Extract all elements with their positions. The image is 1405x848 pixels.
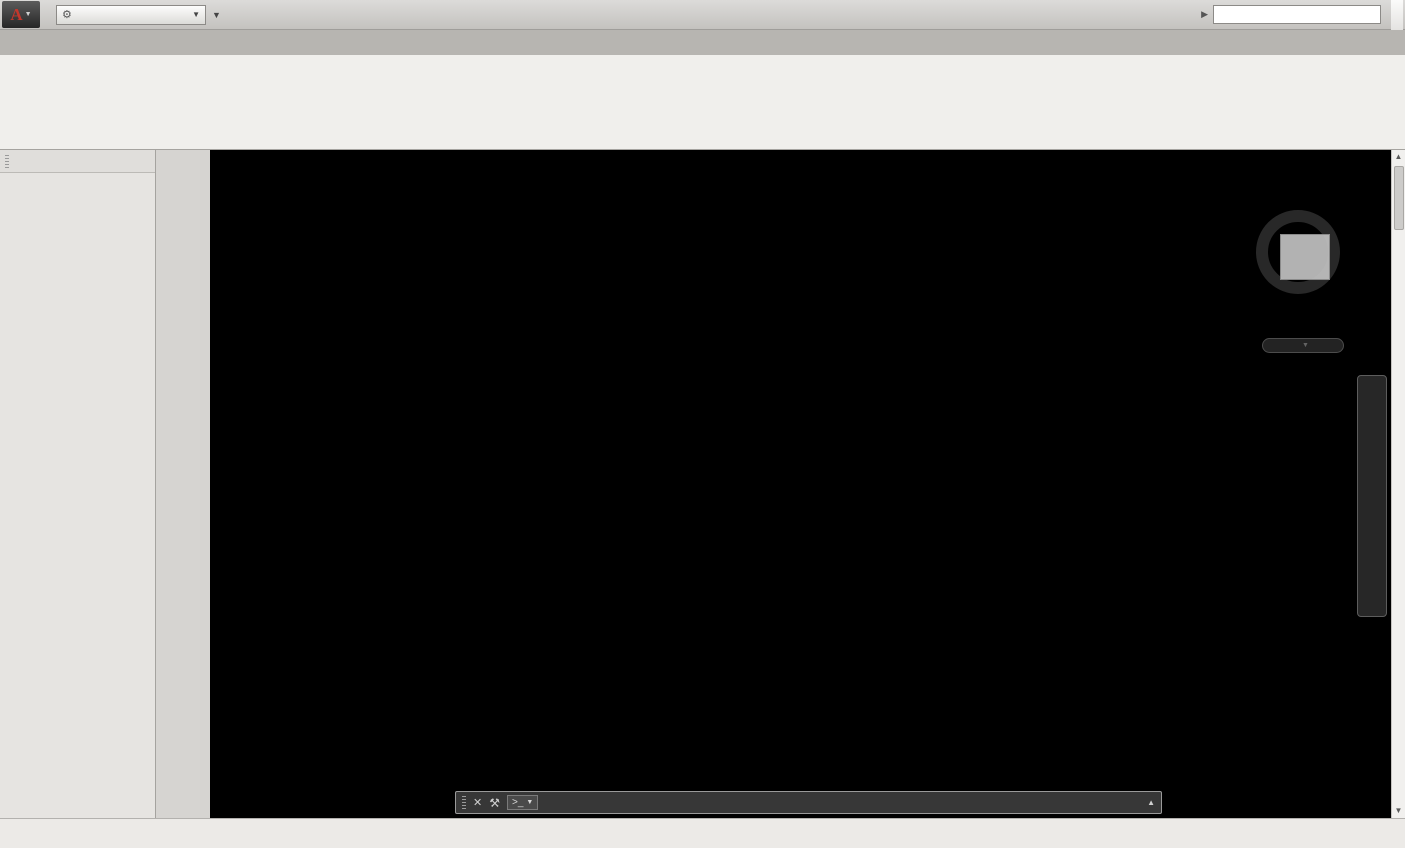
qat-more-button[interactable]: ▼ xyxy=(209,10,224,20)
workspace-select[interactable]: ⚙ ▼ xyxy=(56,5,206,25)
status-bar xyxy=(0,818,1405,848)
search-input[interactable] xyxy=(1213,5,1381,24)
duct-palette xyxy=(0,150,156,818)
command-line-grip[interactable] xyxy=(462,796,466,809)
command-expand-icon[interactable]: ▲ xyxy=(1147,798,1155,807)
gear-icon: ⚙ xyxy=(62,8,72,21)
navigation-bar xyxy=(1357,375,1387,617)
scroll-up-icon[interactable]: ▲ xyxy=(1395,150,1403,164)
scrollbar-thumb[interactable] xyxy=(1394,166,1404,230)
vertical-toolbars xyxy=(156,150,210,818)
drawing-canvas[interactable]: ▼ ✕ ⚒ >_ ▼ ▲ ▲ ▼ xyxy=(210,150,1405,818)
viewcube-top-face[interactable] xyxy=(1280,234,1330,280)
command-tools-icon[interactable]: ⚒ xyxy=(489,796,500,810)
canvas-scrollbar[interactable]: ▲ ▼ xyxy=(1391,150,1405,818)
scroll-down-icon[interactable]: ▼ xyxy=(1395,804,1403,818)
viewcube[interactable] xyxy=(1246,190,1358,340)
title-bar: A ▼ ⚙ ▼ ▼ ▶ xyxy=(0,0,1405,30)
command-prompt-icon[interactable]: >_ ▼ xyxy=(507,795,538,810)
ribbon xyxy=(0,55,1405,150)
command-line[interactable]: ✕ ⚒ >_ ▼ ▲ xyxy=(455,791,1162,814)
window-controls xyxy=(1391,0,1403,30)
app-menu-button[interactable]: A ▼ xyxy=(2,1,40,28)
infocenter: ▶ xyxy=(1201,5,1381,24)
chevron-down-icon: ▼ xyxy=(1302,342,1309,349)
app-menu-chevron-icon: ▼ xyxy=(25,11,32,18)
ribbon-tab-bar xyxy=(0,30,1405,55)
chevron-down-icon: ▼ xyxy=(192,10,200,19)
cad-drawing[interactable] xyxy=(210,150,1405,818)
autocad-logo-icon: A xyxy=(10,5,22,25)
palette-grip[interactable] xyxy=(5,155,9,168)
command-close-icon[interactable]: ✕ xyxy=(473,796,482,809)
palette-title-bar[interactable] xyxy=(0,150,155,173)
search-arrow-icon[interactable]: ▶ xyxy=(1201,9,1208,20)
view-controls-pill[interactable]: ▼ xyxy=(1262,338,1344,353)
